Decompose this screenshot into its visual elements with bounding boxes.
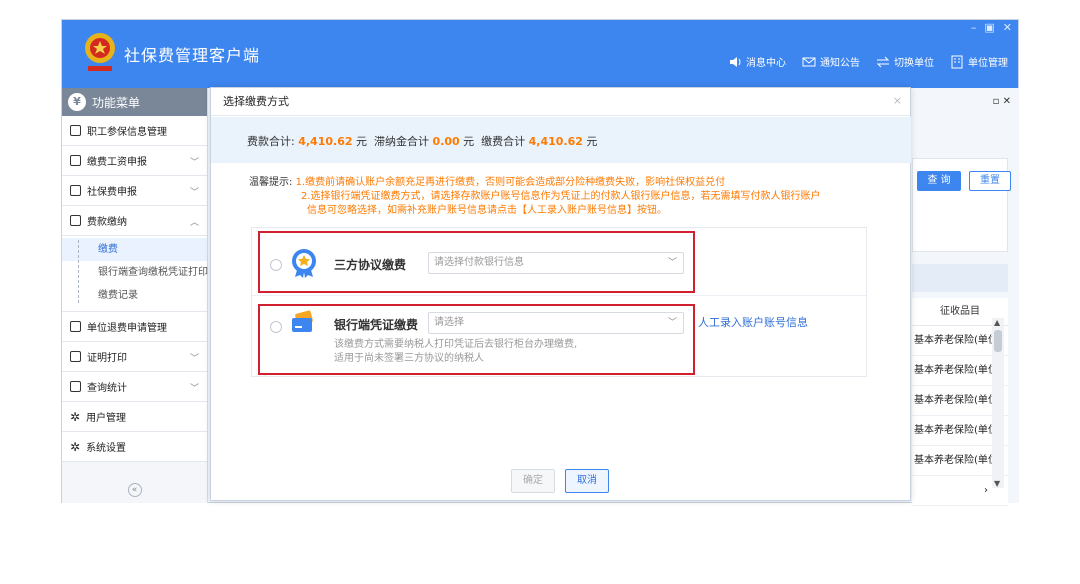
app-title: 社保费管理客户端 (124, 46, 261, 65)
menu-heading-label: 功能菜单 (92, 95, 141, 110)
sidebar-item-wage-declare[interactable]: 缴费工资申报 ﹀ (62, 146, 207, 176)
gear-icon: ✲ (70, 409, 81, 424)
sidebar-item-fee-declare[interactable]: 社保费申报 ﹀ (62, 176, 207, 206)
close-icon[interactable]: × (893, 94, 902, 107)
window-controls: – ▣ ✕ (971, 21, 1012, 34)
reset-button[interactable]: 重置 (969, 171, 1011, 191)
maximize-button[interactable]: ▣ (984, 21, 994, 34)
unit-manage-label: 单位管理 (968, 58, 1008, 69)
sidebar-item-label: 职工参保信息管理 (87, 127, 167, 138)
chevron-down-icon: ﹀ (189, 384, 199, 394)
tip-line-2: 2.选择银行端凭证缴费方式，请选择存款账户账号信息作为凭证上的付款人银行账户信息… (301, 191, 821, 202)
sidebar-subitem-pay[interactable]: 缴费 (62, 238, 207, 261)
message-center-label: 消息中心 (746, 58, 786, 69)
table-toolbar (912, 264, 1008, 292)
tip-line-1: 1.缴费前请确认账户余额充足再进行缴费，否则可能会造成部分险种缴费失败，影响社保… (295, 177, 726, 188)
sidebar-item-label: 单位退费申请管理 (87, 323, 167, 334)
tab-controls[interactable]: ▫ ✕ (993, 96, 1011, 107)
sidebar-item-payment[interactable]: 费款缴纳 ︿ (62, 206, 207, 236)
fee-total-label: 费款合计: (247, 135, 295, 148)
manual-account-link[interactable]: 人工录入账户账号信息 (698, 314, 808, 330)
fee-total-value: 4,410.62 (298, 135, 353, 148)
message-center-link[interactable]: 消息中心 (728, 54, 786, 69)
chevron-down-icon: ﹀ (189, 158, 199, 168)
confirm-button[interactable]: 确定 (511, 469, 555, 493)
sidebar-item-label: 费款缴纳 (87, 217, 127, 228)
sidebar-collapse: « (62, 475, 207, 503)
sidebar-item-label: 系统设置 (86, 443, 127, 454)
scroll-up-icon: ▲ (994, 318, 1001, 327)
sidebar-item-refund[interactable]: 单位退费申请管理 (62, 312, 207, 342)
chevron-up-icon: ︿ (189, 218, 199, 228)
cancel-button[interactable]: 取消 (565, 469, 609, 493)
scroll-down-icon: ▼ (994, 479, 1001, 488)
sidebar-item-label: 社保费申报 (87, 187, 137, 198)
payment-submenu: 缴费 银行端查询缴税凭证打印 缴费记录 (62, 236, 208, 312)
sidebar-subitem-records[interactable]: 缴费记录 (62, 284, 207, 307)
mail-icon (802, 57, 816, 66)
menu-heading: ¥ 功能菜单 (62, 88, 207, 116)
app-header: 社保费管理客户端 – ▣ ✕ 消息中心 通知公告 切换单位 单位管理 (62, 20, 1018, 88)
edit-icon (70, 155, 81, 166)
payment-method-dialog: 选择缴费方式 × 费款合计: 4,410.62 元 滞纳金合计 0.00 元 缴… (210, 87, 911, 501)
collapse-button[interactable]: « (127, 483, 142, 497)
scroll-thumb[interactable] (994, 330, 1002, 352)
tip-line-3: 信息可忽略选择，如需补充账户账号信息请点击【人工录入账户账号信息】按钮。 (307, 205, 667, 216)
highlight-box (258, 231, 695, 293)
scroll-right-icon: › (984, 485, 988, 496)
sidebar-item-label: 证明打印 (87, 353, 127, 364)
pay-total-label: 缴费合计 (481, 135, 526, 148)
sidebar-item-certificate[interactable]: 证明打印 ﹀ (62, 342, 207, 372)
building-icon (951, 55, 963, 68)
minimize-button[interactable]: – (971, 21, 977, 34)
list-icon (70, 125, 81, 136)
sidebar-item-staff-info[interactable]: 职工参保信息管理 (62, 116, 207, 146)
unit-manage-link[interactable]: 单位管理 (950, 54, 1008, 69)
print-icon (70, 351, 81, 362)
chevron-down-icon: ﹀ (189, 354, 199, 364)
emblem-icon (85, 33, 115, 71)
sidebar: ¥ 功能菜单 职工参保信息管理 缴费工资申报 ﹀ 社保费申报 ﹀ 费款缴纳 ︿ … (62, 88, 208, 503)
notice-link[interactable]: 通知公告 (802, 54, 860, 69)
pay-total-value: 4,410.62 (528, 135, 583, 148)
totals-bar: 费款合计: 4,410.62 元 滞纳金合计 0.00 元 缴费合计 4,410… (211, 117, 911, 163)
late-unit: 元 (463, 135, 475, 148)
pay-unit: 元 (586, 135, 598, 148)
header-actions: 消息中心 通知公告 切换单位 单位管理 (728, 54, 1008, 69)
chart-icon (70, 381, 81, 392)
sidebar-item-label: 查询统计 (87, 383, 127, 394)
sidebar-item-statistics[interactable]: 查询统计 ﹀ (62, 372, 207, 402)
sidebar-item-label: 用户管理 (86, 413, 127, 424)
switch-icon (876, 56, 890, 67)
sidebar-item-user-manage[interactable]: ✲ 用户管理 (62, 402, 207, 432)
switch-unit-label: 切换单位 (894, 58, 934, 69)
highlight-box (258, 304, 695, 375)
close-window-button[interactable]: ✕ (1003, 21, 1012, 34)
form-icon (70, 185, 81, 196)
payment-icon (70, 215, 81, 226)
query-card: 查 询 重置 (912, 158, 1011, 252)
yen-icon: ¥ (68, 93, 86, 111)
query-button[interactable]: 查 询 (917, 171, 961, 191)
tip-label: 温馨提示: (249, 177, 293, 188)
late-fee-label: 滞纳金合计 (374, 135, 429, 148)
sidebar-item-label: 缴费工资申报 (87, 157, 147, 168)
sidebar-item-system-settings[interactable]: ✲ 系统设置 (62, 432, 207, 462)
gear-icon: ✲ (70, 439, 81, 454)
dialog-title: 选择缴费方式 (211, 88, 910, 116)
chevron-down-icon: ﹀ (189, 188, 199, 198)
fee-unit: 元 (356, 135, 367, 148)
list-icon (70, 321, 81, 332)
warm-tip: 温馨提示: 1.缴费前请确认账户余额充足再进行缴费，否则可能会造成部分险种缴费失… (249, 176, 889, 218)
vertical-scrollbar[interactable]: ▲ ▼ (992, 318, 1004, 488)
switch-unit-link[interactable]: 切换单位 (876, 54, 934, 69)
late-fee-value: 0.00 (432, 135, 460, 148)
speaker-icon (730, 56, 741, 67)
sidebar-subitem-bank-voucher[interactable]: 银行端查询缴税凭证打印 (62, 261, 208, 284)
notice-label: 通知公告 (820, 58, 860, 69)
